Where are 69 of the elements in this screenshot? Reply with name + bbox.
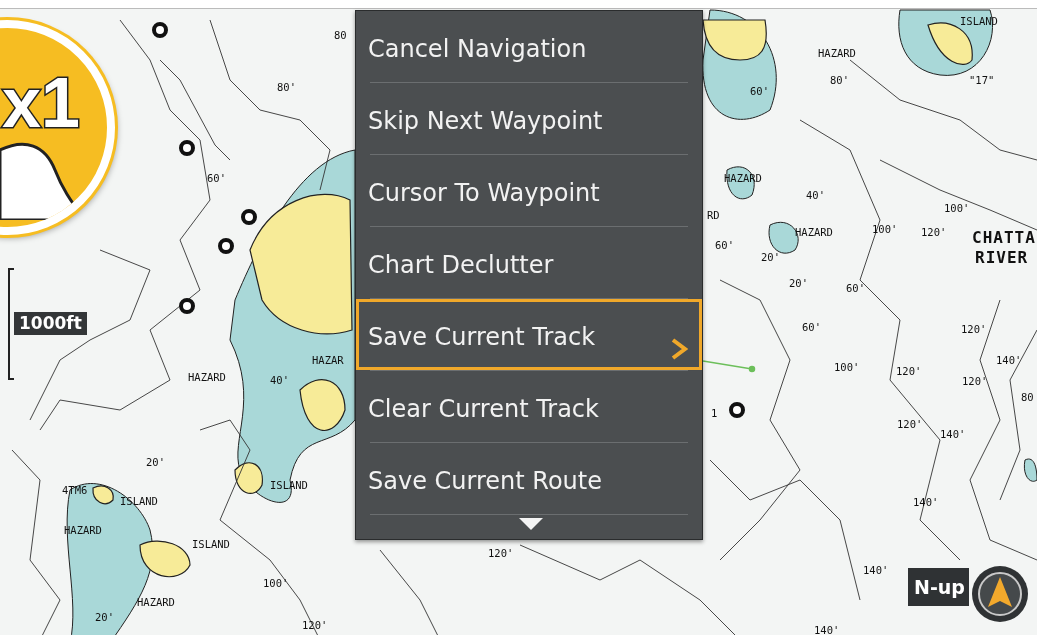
waypoint-icon[interactable] [217,237,235,255]
track-line-drawing [702,360,756,373]
depth-label: 60' [846,283,865,294]
depth-label: 120' [488,548,514,559]
depth-label: 80 [1021,392,1034,403]
depth-label: 140' [913,497,939,508]
waypoint-icon[interactable] [178,297,196,315]
feature-label: HAZARD [724,173,762,184]
feature-label: HAZARD [137,597,175,608]
depth-label: 20' [95,612,114,623]
feature-label: ISLAND [270,480,308,491]
tap-count-label: x1 [2,68,80,138]
feature-label: HAZARD [188,372,226,383]
menu-item[interactable]: Clear Current Track [356,371,702,442]
scroll-down-icon[interactable] [518,517,544,531]
feature-label: HAZAR [312,355,344,366]
menu-item[interactable]: Save Current Track [356,299,702,370]
feature-label: ISLAND [960,16,998,27]
depth-label: 80' [277,82,296,93]
menu-item[interactable]: Chart Declutter [356,227,702,298]
scale-label: 1000ft [14,312,87,335]
depth-label: 40' [270,375,289,386]
depth-label: 60' [750,86,769,97]
depth-label: 80 [334,30,347,41]
shallow-water-area [1023,458,1037,482]
depth-label: 20' [789,278,808,289]
depth-label: 140' [940,429,966,440]
menu-item[interactable]: Cursor To Waypoint [356,155,702,226]
depth-label: 120' [961,324,987,335]
depth-label: 140' [996,355,1022,366]
depth-label: 80' [830,75,849,86]
depth-label: 60' [207,173,226,184]
depth-label: 100' [944,203,970,214]
waypoint-icon[interactable] [178,139,196,157]
river-label: RIVER [975,250,1029,266]
river-label: CHATTA [972,230,1036,246]
waypoint-icon[interactable] [728,401,746,419]
feature-label: "17" [969,75,995,86]
feature-label: HAZARD [818,48,856,59]
waypoint-icon[interactable] [151,21,169,39]
depth-label: 100' [872,224,898,235]
island-shape [234,462,263,494]
depth-label: 40' [806,190,825,201]
island-shape [299,379,346,432]
menu-item[interactable]: Save Current Route [356,443,702,514]
feature-label: RD [707,210,720,221]
waypoint-icon[interactable] [240,208,258,226]
menu-item[interactable]: Cancel Navigation [356,11,702,82]
island-shape [139,540,191,578]
feature-label: ISLAND [192,539,230,550]
feature-label: 4TM6 [62,485,88,496]
depth-label: 60' [715,240,734,251]
depth-label: 140' [814,625,840,635]
depth-label: 120' [962,376,988,387]
island-shape [92,485,114,505]
depth-label: 120' [921,227,947,238]
depth-label: 100' [263,578,289,589]
depth-label: 1 [711,408,718,419]
depth-label: 120' [897,419,923,430]
depth-label: 20' [146,457,165,468]
feature-label: HAZARD [795,227,833,238]
depth-label: 100' [834,362,860,373]
depth-label: 60' [802,322,821,333]
depth-label: 120' [896,366,922,377]
compass-icon[interactable] [970,564,1030,624]
orientation-label[interactable]: N-up [908,568,969,606]
menu-item[interactable]: Skip Next Waypoint [356,83,702,154]
depth-label: 20' [761,252,780,263]
depth-label: 140' [863,565,889,576]
